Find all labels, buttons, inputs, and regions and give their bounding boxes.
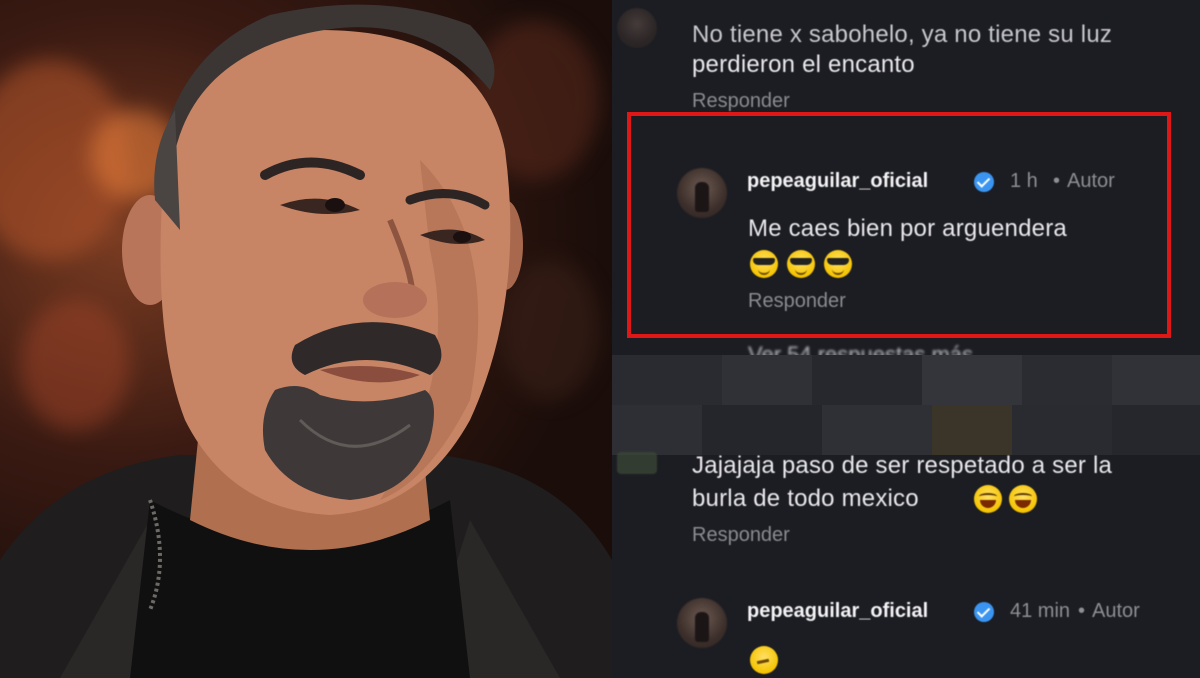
comment-time: 41 min xyxy=(1010,600,1071,622)
face-with-tears-of-joy-icon xyxy=(1009,485,1037,513)
highlight-box xyxy=(627,112,1171,338)
face-with-tears-of-joy-icon xyxy=(974,485,1002,513)
comment-text-line2: perdieron el encanto xyxy=(692,51,915,78)
verified-badge-icon xyxy=(974,602,994,622)
pixelated-censor-band xyxy=(612,355,1200,455)
author-tag: Autor xyxy=(1092,600,1140,622)
commenter-avatar[interactable] xyxy=(617,8,657,48)
author-avatar[interactable] xyxy=(677,598,727,648)
comment-text-line2: burla de todo mexico xyxy=(692,485,919,512)
commenter-avatar[interactable] xyxy=(617,452,657,474)
reply-button[interactable]: Responder xyxy=(692,90,790,113)
reply-button[interactable]: Responder xyxy=(692,524,790,547)
portrait-photo xyxy=(0,0,612,678)
portrait-illustration xyxy=(0,4,612,678)
comment-text-line1: No tiene x sabohelo, ya no tiene su luz xyxy=(692,21,1113,48)
comment-text-line1: Jajajaja paso de ser respetado a ser la xyxy=(692,452,1113,479)
comments-panel: No tiene x sabohelo, ya no tiene su luz … xyxy=(612,0,1200,678)
meta-separator: • xyxy=(1078,600,1086,622)
thinking-face-icon xyxy=(750,646,778,674)
author-username[interactable]: pepeaguilar_oficial xyxy=(747,600,928,623)
